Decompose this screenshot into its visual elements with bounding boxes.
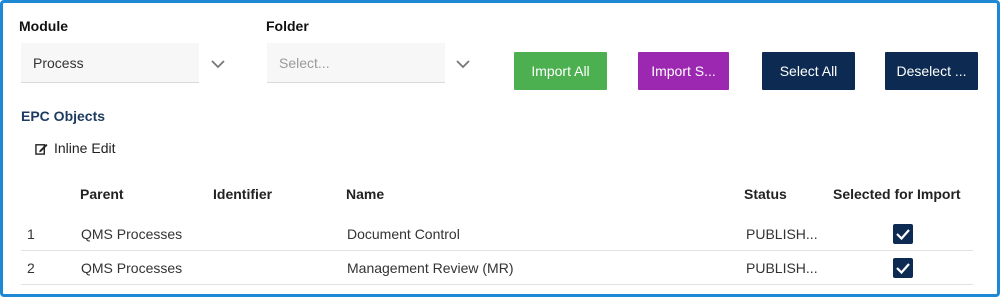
folder-select-placeholder: Select... xyxy=(279,55,330,71)
row-name: Document Control xyxy=(347,226,460,242)
table-row[interactable]: 2 QMS Processes Management Review (MR) P… xyxy=(21,251,973,285)
row-parent: QMS Processes xyxy=(81,226,183,242)
row-status: PUBLISH... xyxy=(746,260,818,276)
select-all-button[interactable]: Select All xyxy=(762,52,855,90)
folder-select[interactable]: Select... xyxy=(267,43,445,83)
section-title: EPC Objects xyxy=(21,108,106,124)
module-select[interactable]: Process xyxy=(21,43,199,83)
deselect-all-button[interactable]: Deselect ... xyxy=(885,52,978,90)
row-index: 1 xyxy=(27,226,35,242)
column-header-parent[interactable]: Parent xyxy=(80,186,124,202)
row-index: 2 xyxy=(27,260,35,276)
selected-checkbox[interactable] xyxy=(893,258,913,278)
row-name: Management Review (MR) xyxy=(347,260,514,276)
folder-label: Folder xyxy=(266,18,309,34)
column-header-name[interactable]: Name xyxy=(346,186,384,202)
import-all-button[interactable]: Import All xyxy=(514,52,607,90)
chevron-down-icon[interactable] xyxy=(455,56,471,72)
chevron-down-icon[interactable] xyxy=(210,56,226,72)
import-selected-button[interactable]: Import S... xyxy=(638,52,729,90)
inline-edit-button[interactable]: Inline Edit xyxy=(35,140,115,156)
edit-icon xyxy=(35,143,48,155)
table-row[interactable]: 1 QMS Processes Document Control PUBLISH… xyxy=(21,217,973,251)
inline-edit-label: Inline Edit xyxy=(54,140,116,156)
selected-checkbox[interactable] xyxy=(893,224,913,244)
module-label: Module xyxy=(19,18,68,34)
row-parent: QMS Processes xyxy=(81,260,183,276)
column-header-selected-for-import[interactable]: Selected for Import xyxy=(833,186,961,202)
column-header-identifier[interactable]: Identifier xyxy=(213,186,272,202)
checkmark-icon xyxy=(896,229,910,241)
checkmark-icon xyxy=(896,263,910,275)
column-header-status[interactable]: Status xyxy=(744,186,787,202)
row-status: PUBLISH... xyxy=(746,226,818,242)
module-select-value: Process xyxy=(33,55,84,71)
main-panel: Module Process Folder Select... Import A… xyxy=(0,0,1000,297)
